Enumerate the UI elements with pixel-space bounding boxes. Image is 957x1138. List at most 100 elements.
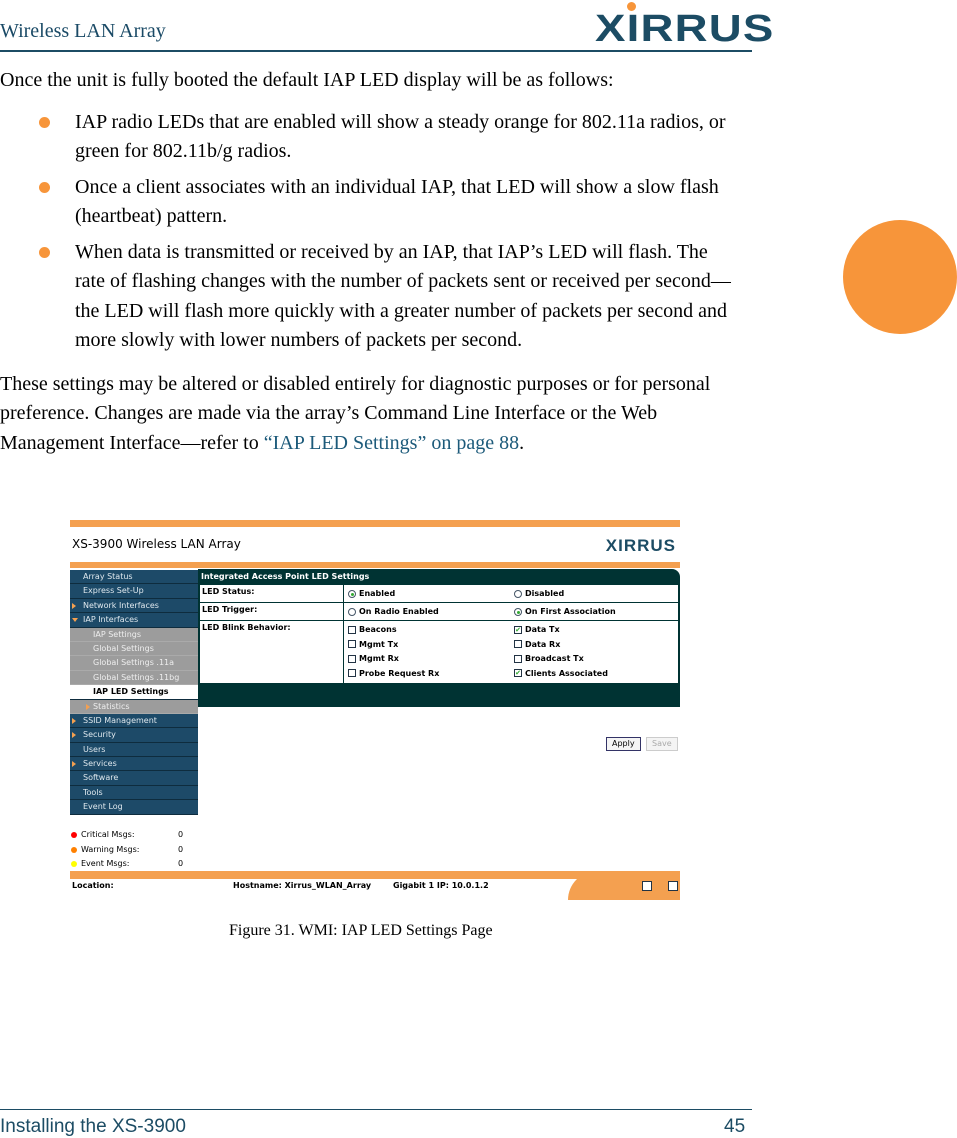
bullet-item: Once a client associates with an individ…: [0, 173, 740, 232]
led-settings-panel: Integrated Access Point LED Settings LED…: [198, 569, 680, 751]
save-button[interactable]: Save: [646, 737, 678, 751]
message-label: Event Msgs:: [81, 859, 130, 868]
sidebar-item-label: Network Interfaces: [83, 600, 159, 610]
footer-curve: [568, 871, 680, 900]
status-dot-icon: [71, 832, 77, 838]
sidebar-item[interactable]: Global Settings .11a: [70, 656, 198, 671]
checkbox-icon: [514, 640, 522, 648]
sidebar-item[interactable]: Global Settings .11bg: [70, 670, 198, 686]
header-divider: [0, 50, 752, 52]
led-status-enabled-radio[interactable]: Enabled: [348, 589, 395, 598]
trigger-radio-enabled-radio[interactable]: On Radio Enabled: [348, 607, 439, 616]
blink-checkbox[interactable]: Data Rx: [514, 640, 560, 649]
blink-checkbox[interactable]: Broadcast Tx: [514, 654, 584, 663]
expanded-arrow-icon: [72, 618, 78, 623]
sidebar-item[interactable]: Security: [70, 728, 198, 743]
sidebar-item-label: IAP Settings: [93, 629, 142, 639]
intro-paragraph: Once the unit is fully booted the defaul…: [0, 69, 614, 91]
message-count-row: Warning Msgs: 0: [70, 843, 198, 858]
xirrus-logo: XIRRUS: [595, 8, 775, 50]
sidebar-item-label: Global Settings: [93, 643, 154, 653]
checkbox-icon: [348, 654, 356, 663]
collapsed-arrow-icon: [72, 732, 76, 739]
sidebar-item-label: Array Status: [83, 572, 133, 581]
sidebar-item[interactable]: Global Settings: [70, 641, 198, 657]
sidebar-item[interactable]: Array Status: [70, 570, 198, 585]
led-status-label: LED Status:: [200, 585, 344, 602]
chapter-tab-circle: [843, 220, 957, 334]
panel-title: Integrated Access Point LED Settings: [201, 572, 370, 581]
message-counts: Critical Msgs: 0 Warning Msgs: 0 Event Msgs:…: [70, 828, 198, 872]
sidebar-nav: Array Status Express Set-Up Network Interf…: [70, 570, 198, 815]
sidebar-item[interactable]: SSID Management: [70, 713, 198, 729]
paragraph-end: .: [519, 431, 525, 454]
sidebar-item-label: Global Settings .11bg: [93, 672, 180, 682]
sidebar-item[interactable]: Users: [70, 742, 198, 758]
settings-paragraph: These settings may be altered or disable…: [0, 370, 740, 459]
top-bar: [70, 520, 680, 527]
sidebar-item[interactable]: Event Log: [70, 800, 198, 815]
status-dot-icon: [71, 846, 77, 853]
blink-checkbox[interactable]: Mgmt Rx: [348, 654, 399, 663]
sidebar-item[interactable]: IAP Interfaces: [70, 613, 198, 628]
body-text: Once the unit is fully booted the defaul…: [0, 66, 740, 458]
app-title: XS-3900 Wireless LAN Array: [72, 537, 241, 551]
trigger-first-association-radio[interactable]: On First Association: [514, 607, 616, 616]
collapsed-arrow-icon: [72, 761, 76, 768]
collapsed-arrow-icon: [72, 717, 76, 724]
ip-label: Gigabit 1 IP: 10.0.1.2: [393, 881, 489, 890]
sidebar-item-label: Global Settings .11a: [93, 658, 175, 668]
blink-checkbox[interactable]: ✔ Data Tx: [514, 625, 560, 634]
message-value: 0: [178, 830, 184, 839]
sidebar-item-label: IAP Interfaces: [83, 615, 139, 625]
led-blink-label: LED Blink Behavior:: [200, 621, 344, 683]
cross-reference-link[interactable]: “IAP LED Settings” on page 88: [264, 432, 519, 454]
checkbox-icon: [514, 654, 522, 663]
led-trigger-label: LED Trigger:: [200, 603, 344, 620]
hostname-label: Hostname: Xirrus_WLAN_Array: [233, 881, 372, 890]
footer-section: Installing the XS-3900: [0, 1116, 186, 1137]
sidebar-item-label: SSID Management: [83, 715, 157, 725]
status-dot-icon: [71, 861, 77, 867]
page-number: 45: [724, 1116, 746, 1137]
led-blink-row: LED Blink Behavior: Beacons ✔ Data Tx Mgmt …: [200, 621, 678, 683]
sidebar-item-label: Services: [83, 759, 117, 769]
collapsed-arrow-icon: [86, 703, 90, 710]
message-value: 0: [178, 844, 184, 854]
sidebar-item-label: Express Set-Up: [83, 586, 144, 596]
sidebar-item-label: Statistics: [93, 701, 130, 711]
sidebar-item[interactable]: Network Interfaces: [70, 598, 198, 614]
xirrus-logo-small: XIRRUS: [605, 536, 676, 555]
collapsed-arrow-icon: [72, 602, 76, 609]
blink-checkbox[interactable]: ✔ Clients Associated: [514, 669, 608, 678]
led-trigger-row: LED Trigger: On Radio Enabled On First A…: [200, 603, 678, 620]
blink-checkbox[interactable]: Probe Request Rx: [348, 669, 439, 678]
checkbox-icon: [348, 640, 356, 648]
message-value: 0: [178, 859, 184, 868]
message-count-row: Event Msgs: 0: [70, 857, 198, 872]
print-icon[interactable]: [642, 881, 652, 891]
checkbox-icon: [348, 669, 356, 677]
sidebar-item[interactable]: IAP Settings: [70, 627, 198, 642]
bullet-list: IAP radio LEDs that are enabled will sho…: [0, 108, 740, 356]
message-label: Warning Msgs:: [81, 844, 140, 854]
footer-divider: [0, 1109, 752, 1110]
sidebar-item[interactable]: Services: [70, 757, 198, 772]
blink-checkbox[interactable]: Mgmt Tx: [348, 640, 398, 649]
help-icon[interactable]: [668, 881, 678, 891]
sidebar-item-label: Security: [83, 730, 116, 740]
message-label: Critical Msgs:: [81, 830, 135, 839]
blink-checkbox[interactable]: Beacons: [348, 625, 397, 634]
location-label: Location:: [72, 881, 114, 890]
sidebar-item-label: Event Log: [83, 802, 123, 812]
sidebar-item[interactable]: Express Set-Up: [70, 584, 198, 599]
led-status-disabled-radio[interactable]: Disabled: [514, 589, 564, 598]
apply-button[interactable]: Apply: [606, 737, 641, 751]
sidebar-item[interactable]: IAP LED Settings: [70, 685, 198, 700]
bullet-item: IAP radio LEDs that are enabled will sho…: [0, 108, 740, 167]
sidebar-item[interactable]: Tools: [70, 785, 198, 801]
sidebar-item[interactable]: Statistics: [70, 699, 198, 714]
sidebar-item[interactable]: Software: [70, 771, 198, 786]
figure-caption: Figure 31. WMI: IAP LED Settings Page: [229, 922, 493, 939]
sidebar-item-label: Users: [83, 744, 106, 754]
